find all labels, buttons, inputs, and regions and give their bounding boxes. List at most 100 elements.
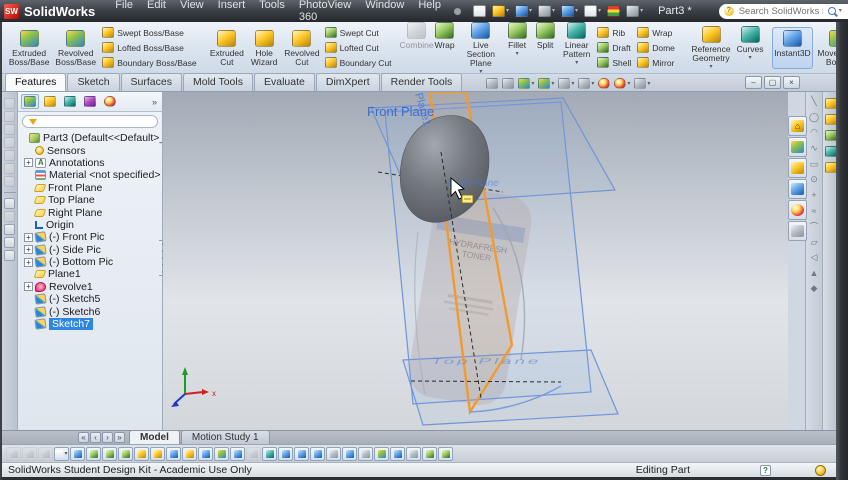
left-view-icon[interactable] (4, 124, 15, 135)
ribbon-button[interactable]: Split (531, 22, 559, 73)
quick-tips-icon[interactable] (815, 464, 826, 476)
dropdown-arrow-icon[interactable]: ▾ (529, 8, 532, 14)
filter-sketch-points-icon[interactable] (214, 446, 229, 461)
spline-tool-icon[interactable]: ∿ (807, 141, 822, 157)
filter-connection-points-icon[interactable] (390, 446, 405, 461)
dropdown-arrow-icon[interactable]: ▾ (598, 8, 601, 14)
tree-item[interactable]: Sketch7 (18, 317, 162, 331)
filter-sketches-icon[interactable] (198, 446, 213, 461)
file-explorer-icon[interactable] (788, 158, 807, 178)
tree-item[interactable]: + (-) Side Pic (18, 244, 162, 256)
last-tab-icon[interactable]: » (114, 432, 125, 443)
tree-item[interactable]: (-) Sketch5 (18, 293, 162, 305)
offset-tool-icon[interactable]: ≈ (807, 203, 822, 219)
select-arrow-icon[interactable]: ▾ (54, 446, 69, 461)
doc-minimize-icon[interactable]: – (745, 76, 762, 89)
command-tab[interactable]: Evaluate (253, 73, 315, 91)
shell-side-icon[interactable] (824, 161, 837, 173)
select-icon[interactable]: ▾ (582, 4, 603, 18)
zoom-fit-icon[interactable] (485, 78, 499, 89)
ribbon-button[interactable]: Live Section Plane ▾ (459, 22, 504, 73)
lasso-select-icon[interactable] (70, 446, 85, 461)
ribbon-button[interactable]: Boundary Boss/Base (100, 55, 198, 70)
ribbon-button[interactable]: Mirror (635, 55, 677, 70)
rectangle-tool-icon[interactable]: ▭ (807, 156, 822, 172)
menu-item[interactable]: Insert (211, 0, 253, 24)
pin-menubar-icon[interactable] (453, 7, 461, 15)
filter-solid-bodies-icon[interactable] (134, 446, 149, 461)
ribbon-button[interactable]: Swept Boss/Base (100, 25, 198, 40)
dropdown-arrow-icon[interactable]: ▾ (506, 8, 509, 14)
doc-close-icon[interactable]: × (783, 76, 800, 89)
arc-tool-icon[interactable]: ◠ (807, 125, 822, 141)
menu-item[interactable]: PhotoView 360 (292, 0, 358, 24)
tree-item[interactable]: Material <not specified> (18, 169, 162, 181)
expander-icon[interactable] (24, 270, 33, 279)
rebuild-icon[interactable] (605, 4, 622, 18)
options-icon[interactable]: ▾ (624, 4, 645, 18)
featuremanager-tree-icon[interactable] (21, 94, 39, 109)
menu-item[interactable]: Edit (140, 0, 173, 24)
polygon-tool-icon[interactable]: ▱ (807, 234, 822, 250)
dropdown-arrow-icon[interactable]: ▾ (516, 51, 519, 57)
filter-datum-targets-icon[interactable] (422, 446, 437, 461)
hide-show-items-icon[interactable]: ▾ (577, 78, 595, 89)
graphics-viewport[interactable]: L'O HYDRAFRESH TONER (163, 92, 788, 430)
tree-item[interactable]: Right Plane (18, 206, 162, 219)
ribbon-button[interactable]: Shell (595, 55, 633, 70)
dropdown-arrow-icon[interactable]: ▾ (531, 81, 534, 87)
convert-entities-icon[interactable] (4, 224, 15, 235)
command-tab[interactable]: Sketch (67, 73, 120, 91)
ribbon-button[interactable]: Hole Wizard (246, 27, 282, 69)
view-palette-icon[interactable] (788, 179, 807, 199)
ribbon-button[interactable]: Rib (595, 25, 633, 40)
filter-weld-symbols-icon[interactable] (358, 446, 373, 461)
extruded-boss-side-icon[interactable] (824, 97, 837, 109)
filter-planes-icon[interactable] (182, 446, 197, 461)
bottom-tab[interactable]: Model (129, 430, 180, 444)
appearances-scenes-icon[interactable] (788, 200, 807, 220)
bottom-tab[interactable]: Motion Study 1 (180, 430, 270, 444)
ribbon-button[interactable]: Combine (400, 22, 434, 73)
dropdown-arrow-icon[interactable]: ▾ (552, 8, 555, 14)
expander-icon[interactable] (24, 295, 33, 304)
filter-axes-icon[interactable] (166, 446, 181, 461)
solidworks-resources-icon[interactable]: ⌂ (788, 116, 807, 136)
dropdown-arrow-icon[interactable]: ▾ (647, 81, 650, 87)
command-tab[interactable]: Mold Tools (182, 73, 253, 91)
filter-blocks-icon[interactable] (438, 446, 453, 461)
apply-scene-icon[interactable]: ▾ (613, 78, 631, 89)
section-view-icon[interactable]: ▾ (517, 78, 535, 89)
tree-item[interactable]: Plane1 (18, 268, 162, 280)
filter-edges-icon[interactable] (102, 446, 117, 461)
ribbon-button[interactable]: Lofted Boss/Base (100, 40, 198, 55)
tree-item[interactable]: + Annotations (18, 157, 162, 169)
filter-faces-icon[interactable] (118, 446, 133, 461)
dropdown-arrow-icon[interactable]: ▾ (551, 81, 554, 87)
configurationmanager-icon[interactable] (61, 94, 79, 109)
expander-icon[interactable]: + (24, 282, 33, 292)
doc-restore-icon[interactable]: ▢ (764, 76, 781, 89)
view-orientation-icon[interactable]: ▾ (537, 78, 555, 89)
filter-surface-finish-icon[interactable] (342, 446, 357, 461)
zoom-area-icon[interactable] (501, 78, 515, 89)
expander-icon[interactable]: + (24, 158, 33, 168)
point-tool-icon[interactable]: ⊙ (807, 172, 822, 188)
dropdown-arrow-icon[interactable]: ▾ (627, 81, 630, 87)
displaymanager-icon[interactable] (101, 94, 119, 109)
tree-item[interactable]: Front Plane (18, 182, 162, 194)
back-view-icon[interactable] (4, 111, 15, 122)
print-icon[interactable]: ▾ (536, 4, 557, 18)
search-input[interactable] (736, 4, 825, 18)
dimension-tool-icon[interactable]: ◆ (807, 281, 822, 297)
menu-item[interactable]: File (108, 0, 140, 24)
menu-item[interactable]: Help (411, 0, 448, 24)
sketch-fillet-tool-icon[interactable]: ⌒ (807, 219, 822, 235)
revolved-boss-side-icon[interactable] (824, 113, 837, 125)
redo-small-icon[interactable] (22, 446, 37, 461)
extrude-shortcut-icon[interactable] (4, 237, 15, 248)
front-view-icon[interactable] (4, 98, 15, 109)
filter-notes-icon[interactable] (278, 446, 293, 461)
filter-geotol-icon[interactable] (310, 446, 325, 461)
dropdown-arrow-icon[interactable]: ▾ (640, 8, 643, 14)
